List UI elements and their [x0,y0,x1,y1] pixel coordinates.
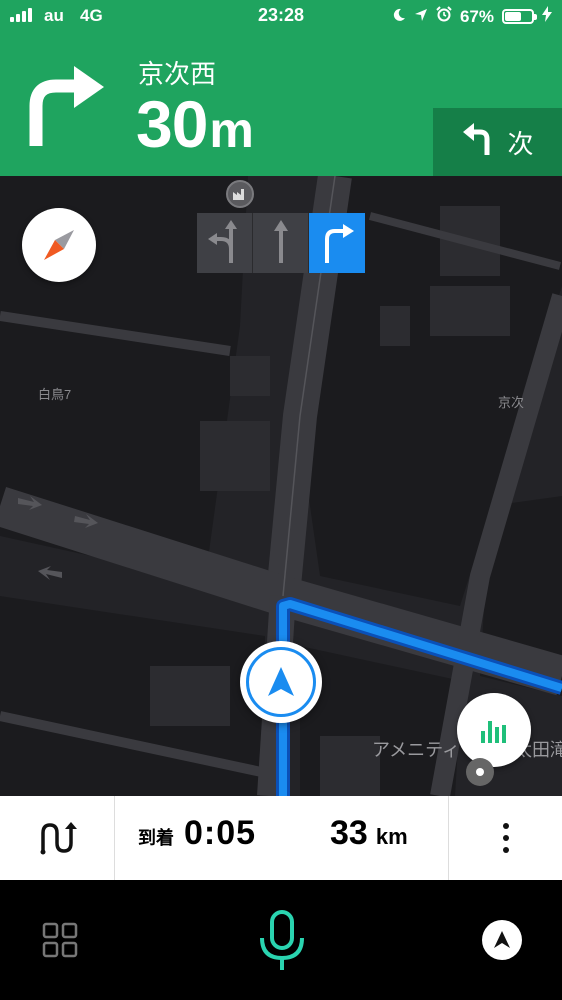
navigation-arrow-icon [494,931,510,948]
compass-button[interactable] [22,208,96,282]
bar-chart-icon [481,721,506,743]
battery-percent: 67% [459,6,494,26]
lane [253,213,309,273]
moon-icon [392,7,406,27]
status-bar: au 4G 23:28 67% [0,0,562,32]
voice-input-button[interactable] [256,910,308,977]
turn-right-arrow-icon [22,60,106,155]
bottom-toolbar [0,880,562,1000]
compass-icon [44,230,74,260]
lane-guidance [197,213,365,273]
lane [197,213,253,273]
location-arrow-icon [414,7,428,27]
arrival-info: 到着 0:05 [138,814,256,853]
arrival-label: 到着 [138,828,174,848]
map-label: 白鳥7 [38,387,72,402]
next-turn-button[interactable]: 次 [433,108,562,176]
grid-icon [42,922,78,958]
next-label: 次 [507,128,534,159]
alarm-icon [436,6,452,27]
trip-info-bar: 到着 0:05 33 km [0,796,562,880]
traffic-info-button[interactable] [457,693,531,767]
left-straight-lane-icon [205,219,245,268]
charging-icon [542,6,552,27]
route-icon [40,822,77,855]
microphone-icon [260,910,304,970]
turn-left-icon [461,121,493,164]
right-turn-lane-icon [317,219,357,268]
more-options-button[interactable] [448,796,562,880]
battery-icon [502,9,537,24]
route-options-button[interactable] [0,796,115,880]
map-label: アメニティ [372,740,461,760]
guidance-banner: 京次西 30m 次 [0,32,562,176]
map-label: 京次 [498,395,525,410]
straight-lane-icon [271,219,291,268]
navigation-arrow-icon [268,667,294,696]
map-poi-marker[interactable] [466,758,494,786]
vertical-ellipsis-icon [502,823,509,853]
remaining-distance-unit: km [375,824,408,849]
recenter-button[interactable] [482,920,522,960]
distance-value: 30 [136,87,208,161]
arrival-time: 0:05 [184,814,257,852]
distance-to-turn: 30m [136,84,254,170]
remaining-distance-value: 33 [330,814,368,852]
lane-active [309,213,365,273]
factory-poi-icon[interactable] [226,180,254,208]
menu-grid-button[interactable] [42,922,78,963]
remaining-distance: 33 km [330,814,408,853]
distance-unit: m [209,102,253,158]
current-location-puck [240,641,322,723]
